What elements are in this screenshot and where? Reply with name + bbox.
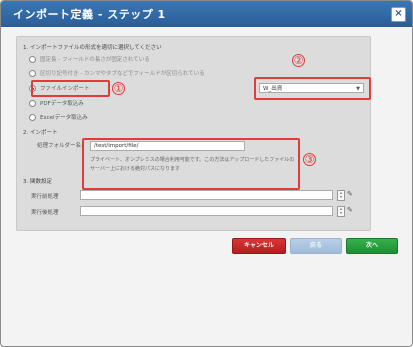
post-process-input[interactable] (80, 206, 333, 216)
settings-panel: 1. インポートファイルの形式を適切に選択してください 固定長 - フィールドの… (16, 36, 371, 231)
post-process-label: 実行後処理 (31, 210, 59, 216)
radio-fixed-length-label: 固定長 - フィールドの長さが固定されている (40, 57, 150, 63)
callout-box-2 (254, 77, 371, 100)
next-button[interactable]: 次へ (346, 238, 398, 254)
radio-pdf-import[interactable] (29, 100, 36, 107)
callout-box-1 (31, 80, 110, 97)
radio-delimited-label: 区切り記号付き - カンマやタブなどでフィールドが区切られている (40, 71, 205, 77)
section-3-heading: 3. 関数設定 (23, 179, 52, 185)
section-2-heading: 2. インポート (23, 130, 58, 136)
import-definition-dialog: インポート定義 - ステップ 1 × 1. インポートファイルの形式を適切に選択… (0, 0, 413, 347)
radio-fixed-length[interactable] (29, 56, 36, 63)
back-button[interactable]: 戻る (290, 238, 342, 254)
callout-box-3 (82, 138, 300, 190)
post-process-stepper[interactable]: ▴ ▾ (337, 206, 345, 217)
folder-label: 処理フォルダー名: (37, 143, 83, 149)
cancel-button[interactable]: キャンセル (232, 238, 286, 254)
section-1-heading: 1. インポートファイルの形式を適切に選択してください (23, 45, 162, 51)
pre-process-input[interactable] (80, 190, 333, 200)
pre-process-label: 実行前処理 (31, 194, 59, 200)
dialog-titlebar: インポート定義 - ステップ 1 × (1, 1, 412, 27)
callout-number-2: ② (292, 54, 305, 67)
radio-excel-import-label: Excelデータ取込み (40, 115, 88, 121)
pre-process-stepper[interactable]: ▴ ▾ (337, 190, 345, 201)
radio-delimited[interactable] (29, 70, 36, 77)
radio-pdf-import-label: PDFデータ取込み (40, 101, 84, 107)
callout-number-3: ③ (303, 153, 316, 166)
post-process-edit-icon[interactable]: ✎ (347, 206, 354, 214)
radio-excel-import[interactable] (29, 114, 36, 121)
callout-number-1: ① (112, 82, 125, 95)
dialog-title: インポート定義 - ステップ 1 (13, 8, 166, 21)
close-button[interactable]: × (391, 7, 406, 22)
pre-process-edit-icon[interactable]: ✎ (347, 190, 354, 198)
